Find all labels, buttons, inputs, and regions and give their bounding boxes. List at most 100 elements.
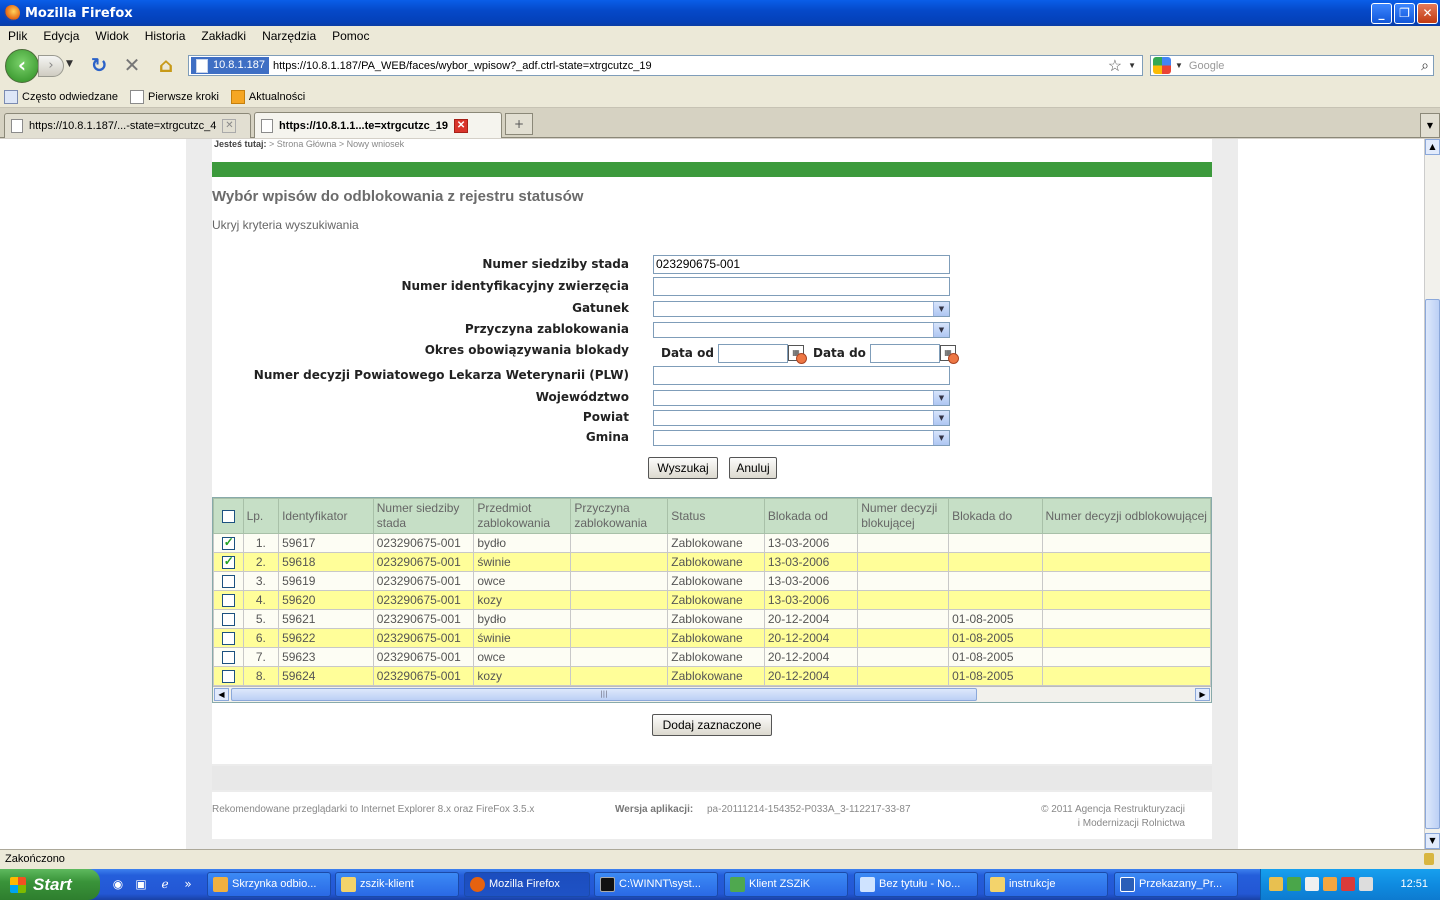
column-header[interactable]: Identyfikator [278, 498, 374, 534]
chevron-down-icon[interactable]: ▼ [933, 323, 949, 337]
column-header[interactable]: Przyczyna zablokowania [570, 498, 669, 534]
tray-icon[interactable] [1359, 877, 1373, 891]
decision-number-input[interactable] [653, 366, 950, 385]
bookmark-getting-started[interactable]: Pierwsze kroki [130, 89, 219, 104]
quicklaunch-more-icon[interactable]: » [180, 876, 196, 892]
select-all-checkbox[interactable] [221, 509, 235, 523]
column-header[interactable]: Numer siedziby stada [372, 498, 475, 534]
row-checkbox[interactable] [221, 535, 235, 551]
tray-icon[interactable] [1269, 877, 1283, 891]
row-select-cell[interactable] [213, 628, 244, 648]
table-row[interactable]: 4. 59620 023290675-001 kozy Zablokowane 13-03… [213, 590, 1211, 610]
row-select-cell[interactable] [213, 666, 244, 686]
menu-edit[interactable]: Edycja [35, 29, 87, 43]
ie-quicklaunch-icon[interactable]: ◉ [110, 876, 126, 892]
tray-icon[interactable] [1305, 877, 1319, 891]
task-mail[interactable]: Skrzynka odbio... [207, 872, 331, 897]
search-bar[interactable]: ▼ Google ⌕ [1150, 55, 1434, 76]
task-folder-zszik[interactable]: zszik-klient [335, 872, 459, 897]
tab-2[interactable]: https://10.8.1.1...te=xtrgcutzc_19 ✕ [254, 112, 502, 138]
date-to-input[interactable] [870, 344, 940, 363]
bookmark-most-visited[interactable]: Często odwiedzane [4, 89, 118, 104]
tab-close-icon[interactable]: ✕ [222, 119, 237, 133]
table-row[interactable]: 3. 59619 023290675-001 owce Zablokowane 13-03… [213, 571, 1211, 591]
chevron-down-icon[interactable]: ▼ [933, 411, 949, 425]
chevron-down-icon[interactable]: ▼ [933, 302, 949, 316]
commune-select[interactable]: ▼ [653, 430, 950, 446]
minimize-button[interactable]: _ [1371, 3, 1392, 24]
herd-number-input[interactable]: 023290675-001 [653, 255, 950, 274]
menu-file[interactable]: Plik [0, 29, 35, 43]
row-checkbox[interactable] [221, 670, 235, 684]
table-row[interactable]: 2.59618023290675-001świnie Zablokowane13-… [213, 552, 1211, 572]
row-select-cell[interactable] [213, 647, 244, 667]
animal-id-input[interactable] [653, 277, 950, 296]
site-identity-button[interactable]: 10.8.1.187 [191, 57, 269, 74]
row-checkbox[interactable] [221, 613, 235, 627]
column-header[interactable]: Blokada do [948, 498, 1043, 534]
row-checkbox[interactable] [221, 651, 235, 665]
menu-view[interactable]: Widok [87, 29, 136, 43]
table-row[interactable]: 5. 59621 023290675-001 bydło Zablokowane 20-1… [213, 609, 1211, 629]
search-engine-dropdown-icon[interactable]: ▼ [1175, 61, 1183, 70]
menu-help[interactable]: Pomoc [324, 29, 377, 43]
task-word-document[interactable]: Przekazany_Pr... [1114, 872, 1238, 897]
url-dropdown-icon[interactable]: ▼ [1128, 61, 1136, 70]
tab-1[interactable]: https://10.8.1.187/...-state=xtrgcutzc_4… [4, 113, 251, 138]
menu-tools[interactable]: Narzędzia [254, 29, 324, 43]
horizontal-scrollbar[interactable]: ◀ ||| ▶ [213, 686, 1211, 702]
url-text[interactable]: https://10.8.1.187/PA_WEB/faces/wybor_wp… [269, 60, 1108, 72]
menu-bookmarks[interactable]: Zakładki [193, 29, 254, 43]
tray-icon[interactable] [1341, 877, 1355, 891]
task-notepad[interactable]: Bez tytułu - No... [854, 872, 978, 897]
scroll-down-icon[interactable]: ▼ [1425, 833, 1440, 849]
table-row[interactable]: 1.59617023290675-001bydło Zablokowane13-0… [213, 533, 1211, 553]
task-firefox[interactable]: Mozilla Firefox [464, 872, 590, 897]
column-header[interactable]: Przedmiot zablokowania [473, 498, 572, 534]
tab-list-dropdown-icon[interactable]: ▼ [1420, 113, 1440, 138]
task-folder-instructions[interactable]: instrukcje [984, 872, 1108, 897]
url-bar[interactable]: 10.8.1.187 https://10.8.1.187/PA_WEB/fac… [188, 55, 1143, 76]
maximize-button[interactable]: ❐ [1394, 3, 1415, 24]
cmd-quicklaunch-icon[interactable]: ▣ [133, 876, 149, 892]
table-row[interactable]: 8. 59624 023290675-001 kozy Zablokowane 20-12… [213, 666, 1211, 686]
tab-close-icon[interactable]: ✕ [454, 118, 469, 133]
task-cmd[interactable]: C:\WINNT\syst... [594, 872, 718, 897]
column-header[interactable]: Lp. [242, 498, 280, 534]
tray-icon[interactable] [1287, 877, 1301, 891]
cancel-button[interactable]: Anuluj [729, 457, 777, 479]
scrollbar-thumb[interactable]: ||| [231, 688, 977, 701]
ie-quicklaunch-icon-2[interactable]: ℯ [157, 876, 173, 892]
row-checkbox[interactable] [221, 575, 235, 589]
bookmark-star-icon[interactable]: ☆ [1108, 56, 1122, 76]
tray-icon[interactable] [1323, 877, 1337, 891]
species-select[interactable]: ▼ [653, 301, 950, 317]
menu-history[interactable]: Historia [137, 29, 194, 43]
bookmark-latest-headlines[interactable]: Aktualności [230, 89, 305, 104]
row-checkbox[interactable] [221, 632, 235, 646]
table-row[interactable]: 7. 59623 023290675-001 owce Zablokowane 20-12… [213, 647, 1211, 667]
row-checkbox[interactable] [221, 554, 235, 570]
chevron-down-icon[interactable]: ▼ [933, 391, 949, 405]
chevron-down-icon[interactable]: ▼ [933, 431, 949, 445]
column-header[interactable]: Blokada od [763, 498, 859, 534]
reload-icon[interactable]: ↻ [88, 54, 110, 76]
lock-icon[interactable] [1424, 853, 1434, 865]
row-select-cell[interactable] [213, 552, 244, 572]
start-button[interactable]: Start [0, 869, 100, 900]
new-tab-button[interactable]: + [505, 113, 533, 135]
task-zszik-client[interactable]: Klient ZSZiK [724, 872, 848, 897]
row-select-cell[interactable] [213, 533, 244, 553]
back-button[interactable]: ‹ [5, 49, 39, 83]
calendar-icon[interactable]: ▦ [940, 345, 959, 364]
row-checkbox[interactable] [221, 594, 235, 608]
row-select-cell[interactable] [213, 571, 244, 591]
hide-criteria-link[interactable]: Ukryj kryteria wyszukiwania [212, 218, 359, 232]
row-select-cell[interactable] [213, 590, 244, 610]
table-row[interactable]: 6. 59622 023290675-001 świnie Zablokowane 20-… [213, 628, 1211, 648]
column-header[interactable]: Numer decyzji blokującej [857, 498, 950, 534]
search-input[interactable]: Google [1189, 60, 1224, 72]
county-select[interactable]: ▼ [653, 410, 950, 426]
forward-button[interactable]: › [38, 55, 64, 77]
home-icon[interactable]: ⌂ [155, 54, 177, 76]
